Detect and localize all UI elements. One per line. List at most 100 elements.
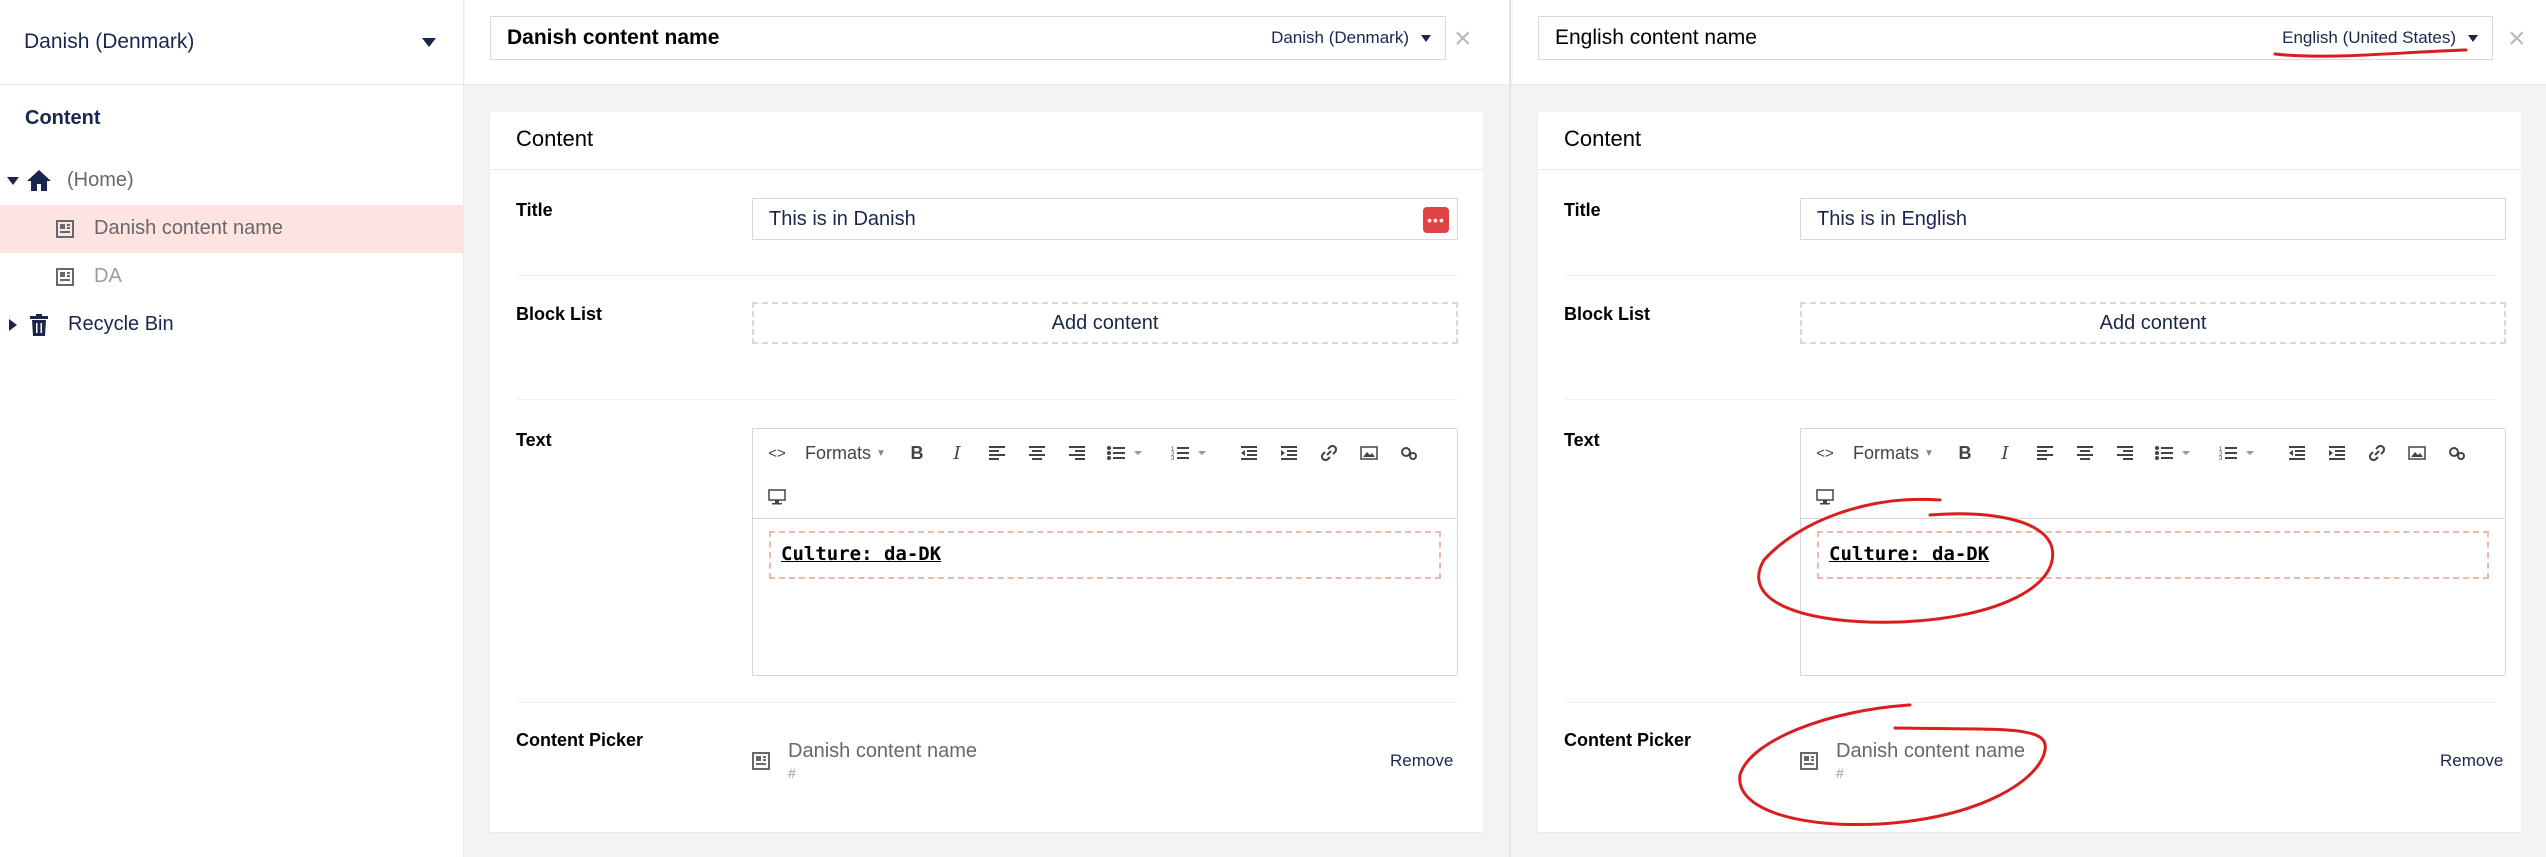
rich-text-editor[interactable]: <> Formats ▼ B I 123 Culture: da-DK <box>752 428 1458 676</box>
tree-item-danish-content-name[interactable]: Danish content name <box>0 205 464 253</box>
rte-content[interactable]: Culture: da-DK <box>769 531 1441 579</box>
document-icon <box>752 752 770 781</box>
link-icon[interactable] <box>2365 441 2389 465</box>
italic-icon[interactable]: I <box>945 441 969 465</box>
remove-link[interactable]: Remove <box>2440 751 2503 771</box>
source-code-icon[interactable]: <> <box>765 441 789 465</box>
picked-item[interactable]: Danish content name # <box>1800 740 2025 781</box>
editor-pane-danish: Danish content name Danish (Denmark) × C… <box>465 0 1511 857</box>
document-icon <box>1800 752 1818 781</box>
numbered-list-icon[interactable]: 123 <box>2217 441 2257 465</box>
close-icon[interactable]: × <box>2508 24 2526 54</box>
content-tree-sidebar: Danish (Denmark) Content (Home) Danish c… <box>0 0 464 857</box>
formats-dropdown[interactable]: Formats ▼ <box>1853 441 1934 465</box>
svg-text:3: 3 <box>1171 456 1175 460</box>
divider <box>1564 275 2496 276</box>
content-name-input[interactable]: English content name English (United Sta… <box>1538 16 2493 60</box>
rte-content[interactable]: Culture: da-DK <box>1817 531 2489 579</box>
align-left-icon[interactable] <box>985 441 1009 465</box>
block-list-label: Block List <box>1564 304 1651 324</box>
culture-selector[interactable]: Danish (Denmark) <box>0 0 464 85</box>
variant-label: Danish (Denmark) <box>1271 28 1409 47</box>
tree-item-da[interactable]: DA <box>0 253 464 301</box>
title-value: This is in English <box>1817 207 1968 230</box>
align-right-icon[interactable] <box>2113 441 2137 465</box>
formats-label: Formats <box>805 442 872 463</box>
content-name-input[interactable]: Danish content name Danish (Denmark) <box>490 16 1446 60</box>
more-options-icon[interactable]: ••• <box>1423 207 1449 233</box>
divider <box>516 275 1458 276</box>
chevron-down-icon <box>422 37 436 47</box>
numbered-list-icon[interactable]: 123 <box>1169 441 1209 465</box>
title-input[interactable]: This is in Danish ••• <box>752 198 1458 240</box>
bold-icon[interactable]: B <box>905 441 929 465</box>
picked-item[interactable]: Danish content name # <box>752 740 977 781</box>
picked-item-url: # <box>788 765 796 781</box>
block-list-label: Block List <box>516 304 603 324</box>
title-label: Title <box>516 200 553 220</box>
image-icon[interactable] <box>2405 441 2429 465</box>
embed-monitor-icon[interactable] <box>1813 485 1837 509</box>
formats-dropdown[interactable]: Formats ▼ <box>805 441 886 465</box>
caret-down-icon[interactable] <box>7 177 19 185</box>
document-icon <box>56 220 74 244</box>
content-name: English content name <box>1555 26 1757 49</box>
indent-icon[interactable] <box>2325 441 2349 465</box>
text-label: Text <box>1564 430 1600 450</box>
variant-selector[interactable]: Danish (Denmark) <box>1271 28 1431 48</box>
title-input[interactable]: This is in English <box>1800 198 2506 240</box>
tree-item-home[interactable]: (Home) <box>0 157 464 205</box>
align-right-icon[interactable] <box>1065 441 1089 465</box>
title-value: This is in Danish <box>769 207 916 230</box>
content-name: Danish content name <box>507 26 720 49</box>
picked-item-url: # <box>1836 765 1844 781</box>
editor-header: Danish content name Danish (Denmark) × <box>465 0 1509 85</box>
divider <box>516 399 1458 400</box>
variant-label: English (United States) <box>2282 28 2456 47</box>
align-center-icon[interactable] <box>2073 441 2097 465</box>
add-content-button[interactable]: Add content <box>752 302 1458 344</box>
variant-selector[interactable]: English (United States) <box>2282 28 2478 48</box>
svg-text:3: 3 <box>2219 456 2223 460</box>
bold-icon[interactable]: B <box>1953 441 1977 465</box>
editor-pane-english: English content name English (United Sta… <box>1513 0 2546 857</box>
outdent-icon[interactable] <box>2285 441 2309 465</box>
document-icon <box>56 268 74 292</box>
chevron-down-icon <box>2468 34 2478 42</box>
indent-icon[interactable] <box>1277 441 1301 465</box>
add-content-button[interactable]: Add content <box>1800 302 2506 344</box>
source-code-icon[interactable]: <> <box>1813 441 1837 465</box>
tree-item-label: Recycle Bin <box>68 313 174 335</box>
rte-toolbar: <> Formats ▼ B I 123 <box>1801 429 2505 519</box>
tree-item-recycle-bin[interactable]: Recycle Bin <box>0 301 464 349</box>
close-icon[interactable]: × <box>1454 24 1472 54</box>
italic-icon[interactable]: I <box>1993 441 2017 465</box>
align-center-icon[interactable] <box>1025 441 1049 465</box>
picked-item-name: Danish content name <box>1836 740 2026 762</box>
tree-item-label: (Home) <box>67 169 134 191</box>
tree-item-label: Danish content name <box>94 217 284 239</box>
divider <box>1564 399 2496 400</box>
rich-text-editor[interactable]: <> Formats ▼ B I 123 Culture: da-DK <box>1800 428 2506 676</box>
formats-label: Formats <box>1853 442 1920 463</box>
picked-item-name: Danish content name <box>788 740 978 762</box>
align-left-icon[interactable] <box>2033 441 2057 465</box>
macro-gears-icon[interactable] <box>1397 441 1421 465</box>
chevron-down-icon <box>1421 34 1431 42</box>
image-icon[interactable] <box>1357 441 1381 465</box>
tree-item-label: DA <box>94 265 122 287</box>
remove-link[interactable]: Remove <box>1390 751 1453 771</box>
home-icon <box>26 168 52 198</box>
card-title: Content <box>490 112 1483 170</box>
title-label: Title <box>1564 200 1601 220</box>
bullet-list-icon[interactable] <box>1105 441 1145 465</box>
bullet-list-icon[interactable] <box>2153 441 2193 465</box>
card-title: Content <box>1538 112 2521 170</box>
content-card: Content Title This is in Danish ••• Bloc… <box>490 112 1483 832</box>
content-picker-label: Content Picker <box>516 730 644 750</box>
macro-gears-icon[interactable] <box>2445 441 2469 465</box>
embed-monitor-icon[interactable] <box>765 485 789 509</box>
caret-right-icon[interactable] <box>9 319 17 331</box>
link-icon[interactable] <box>1317 441 1341 465</box>
outdent-icon[interactable] <box>1237 441 1261 465</box>
